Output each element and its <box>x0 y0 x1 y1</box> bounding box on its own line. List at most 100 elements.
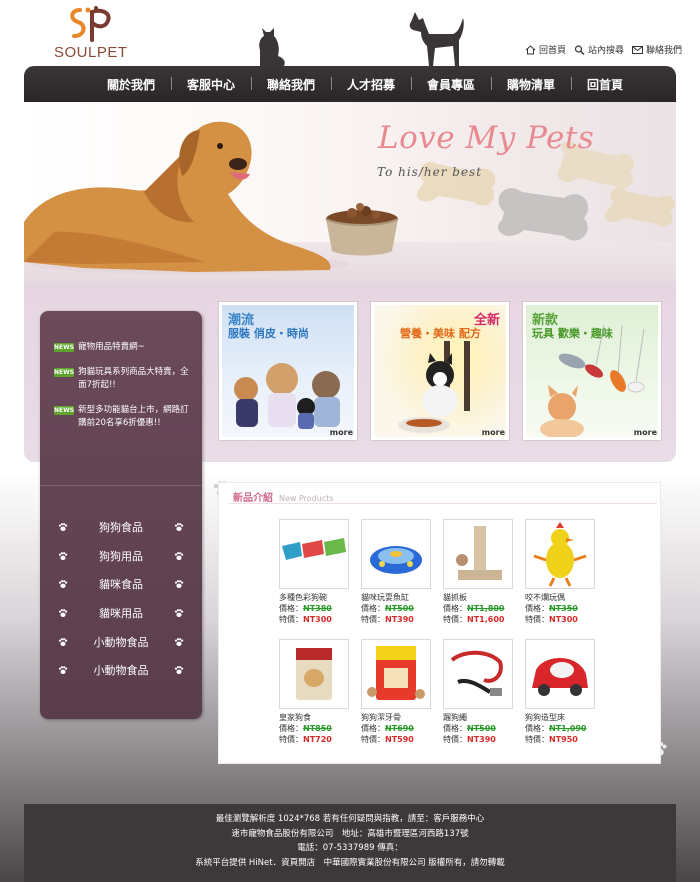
product-name[interactable]: 蹓狗繩 <box>443 712 513 723</box>
nav-careers[interactable]: 人才招募 <box>330 76 411 93</box>
category-label: 狗狗用品 <box>99 549 143 563</box>
more-link[interactable]: more <box>330 428 353 437</box>
category-dog-food[interactable]: 狗狗食品 <box>58 513 184 542</box>
paw-icon <box>174 523 184 532</box>
product-price: 價格：NT380 <box>279 603 349 614</box>
cat-eating-image <box>398 341 470 433</box>
special-label: 特價： <box>361 615 385 624</box>
home-link-label: 回首頁 <box>538 46 566 56</box>
nav-about[interactable]: 關於我們 <box>91 76 171 93</box>
nav-cart[interactable]: 購物清單 <box>491 76 571 93</box>
divider <box>229 503 657 504</box>
paw-icon <box>174 637 184 646</box>
product-grid: 多種色彩狗碗 價格：NT380 特價：NT300 貓咪玩耍魚缸 價格：NT500… <box>279 519 619 759</box>
news-item[interactable]: NEWS 寵物用品特賣網~ <box>54 341 194 354</box>
special-label: 特價： <box>525 615 549 624</box>
dog-silhouette-icon <box>409 12 464 66</box>
more-link[interactable]: more <box>634 428 657 437</box>
product-image[interactable] <box>443 519 513 589</box>
product-special-price: 特價：NT590 <box>361 734 431 745</box>
home-link[interactable]: 回首頁 <box>525 43 566 56</box>
paw-icon <box>58 551 68 560</box>
product-row: 皇家狗食 價格：NT850 特價：NT720 狗狗潔牙骨 價格：NT690 特價… <box>279 639 619 745</box>
product-image[interactable] <box>279 519 349 589</box>
news-text: 新型多功能貓台上市，網路訂購前20名享6折優惠!! <box>78 405 189 428</box>
main-nav: 關於我們 客服中心 聯絡我們 人才招募 會員專區 購物清單 回首頁 <box>24 66 676 102</box>
promo-subtitle: 玩具 歡樂・趣味 <box>532 327 613 340</box>
footer-phone: 電話：07-5337989 傳真： <box>297 843 403 853</box>
product-name[interactable]: 多種色彩狗碗 <box>279 592 349 603</box>
original-price: NT1,800 <box>467 604 505 613</box>
nav-service[interactable]: 客服中心 <box>170 76 251 93</box>
product-image[interactable] <box>361 519 431 589</box>
contact-link[interactable]: 聯絡我們 <box>631 43 682 56</box>
golden-retriever-image <box>24 121 349 274</box>
product-price: 價格：NT1,090 <box>525 723 595 734</box>
original-price: NT350 <box>549 604 578 613</box>
price-label: 價格： <box>279 724 303 733</box>
dog-bowls-image <box>282 538 346 560</box>
product-special-price: 特價：NT720 <box>279 734 349 745</box>
mail-icon <box>631 45 643 54</box>
promo-image: 全新 營養・美味 配方 <box>374 305 506 437</box>
product-special-price: 特價：NT300 <box>525 614 595 625</box>
product-image[interactable] <box>279 639 349 709</box>
promo-card-fashion[interactable]: 潮流 服裝 俏皮・時尚 more <box>218 301 358 441</box>
special-price: NT1,600 <box>467 615 505 624</box>
product-image[interactable] <box>525 519 595 589</box>
product-card: 咬不爛玩偶 價格：NT350 特價：NT300 <box>525 519 595 625</box>
category-small-animal-food[interactable]: 小動物食品 <box>58 627 184 656</box>
paw-icon <box>58 523 68 532</box>
dog-biscuits-image <box>416 142 675 241</box>
special-price: NT300 <box>303 615 332 624</box>
news-item[interactable]: NEWS 狗貓玩具系列商品大特賣，全面7折起!! <box>54 366 194 392</box>
price-label: 價格： <box>525 604 549 613</box>
special-price: NT590 <box>385 735 414 744</box>
category-cat-food[interactable]: 貓咪食品 <box>58 570 184 599</box>
nav-home[interactable]: 回首頁 <box>571 76 639 93</box>
site-search-link[interactable]: 站內搜尋 <box>574 43 624 56</box>
product-special-price: 特價：NT950 <box>525 734 595 745</box>
product-image[interactable] <box>443 639 513 709</box>
product-name[interactable]: 狗狗造型床 <box>525 712 595 723</box>
product-special-price: 特價：NT390 <box>361 614 431 625</box>
site-footer: 最佳瀏覽解析度 1024*768 若有任何疑問與指教，請至：客戶服務中心 速市寵… <box>24 804 676 882</box>
special-label: 特價： <box>525 735 549 744</box>
category-small-animal-food-2[interactable]: 小動物食品 <box>58 656 184 685</box>
product-name[interactable]: 皇家狗食 <box>279 712 349 723</box>
soulpet-logo[interactable]: SOULPET <box>54 4 144 61</box>
footer-copyright: 系統平台提供 HiNet．資頁開店 中華國際實業股份有限公司 版權所有，請勿轉載 <box>195 857 505 868</box>
special-label: 特價： <box>279 735 303 744</box>
product-name[interactable]: 貓抓板 <box>443 592 513 603</box>
category-cat-supplies[interactable]: 貓咪用品 <box>58 599 184 628</box>
promo-card-toys[interactable]: 新款 玩具 歡樂・趣味 more <box>522 301 662 441</box>
nav-contact[interactable]: 聯絡我們 <box>250 76 331 93</box>
paw-icon <box>58 580 68 589</box>
news-item[interactable]: NEWS 新型多功能貓台上市，網路訂購前20名享6折優惠!! <box>54 404 194 430</box>
original-price: NT850 <box>303 724 332 733</box>
more-link[interactable]: more <box>482 428 505 437</box>
promo-image: 潮流 服裝 俏皮・時尚 <box>222 305 354 437</box>
category-dog-supplies[interactable]: 狗狗用品 <box>58 542 184 571</box>
category-label: 貓咪食品 <box>99 578 143 592</box>
nav-members[interactable]: 會員專區 <box>411 76 491 93</box>
product-name[interactable]: 咬不爛玩偶 <box>525 592 595 603</box>
product-card: 皇家狗食 價格：NT850 特價：NT720 <box>279 639 349 745</box>
product-name[interactable]: 狗狗潔牙骨 <box>361 712 431 723</box>
product-card: 蹓狗繩 價格：NT500 特價：NT390 <box>443 639 513 745</box>
site-search-label: 站內搜尋 <box>587 46 624 56</box>
cat-silhouette-icon <box>259 28 285 66</box>
fish-tank-toy-image <box>370 546 422 574</box>
special-price: NT390 <box>385 615 414 624</box>
price-label: 價格： <box>361 724 385 733</box>
dogs-in-clothes-image <box>234 363 340 429</box>
hero-title: Love My Pets <box>378 120 595 156</box>
product-name[interactable]: 貓咪玩耍魚缸 <box>361 592 431 603</box>
promo-card-nutrition[interactable]: 全新 營養・美味 配方 more <box>370 301 510 441</box>
paw-icon <box>174 580 184 589</box>
special-price: NT720 <box>303 735 332 744</box>
product-price: 價格：NT500 <box>361 603 431 614</box>
product-image[interactable] <box>525 639 595 709</box>
product-card: 貓抓板 價格：NT1,800 特價：NT1,600 <box>443 519 513 625</box>
product-image[interactable] <box>361 639 431 709</box>
